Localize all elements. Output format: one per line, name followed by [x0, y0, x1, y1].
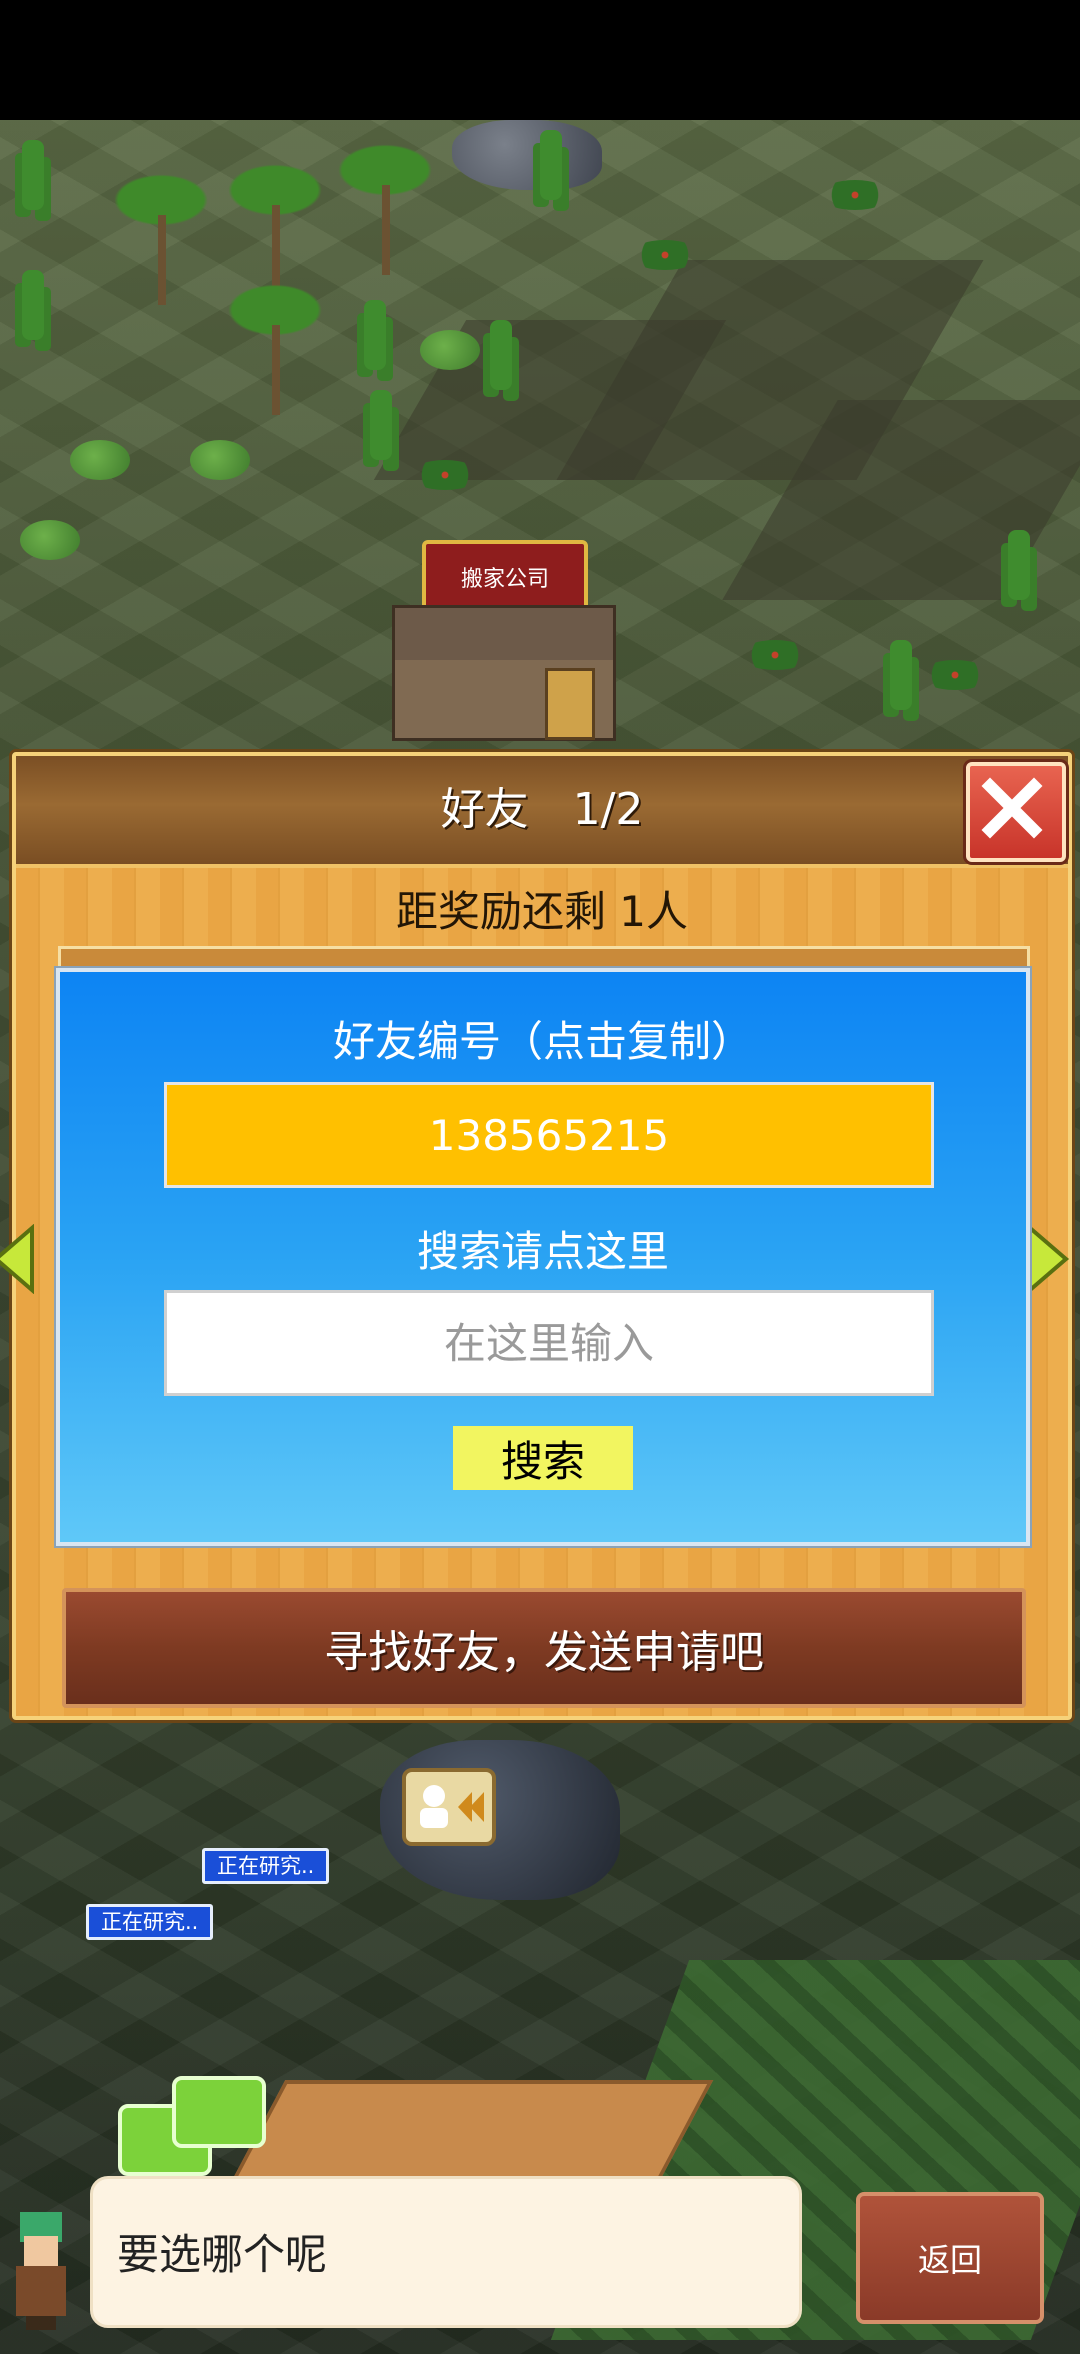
cactus — [540, 130, 562, 200]
flower-patch — [920, 660, 990, 690]
research-label: 正在研究.. — [217, 1854, 315, 1878]
friend-id-copy-box[interactable]: 138565215 — [164, 1082, 934, 1188]
research-status-badge[interactable]: 正在研究.. — [86, 1904, 214, 1940]
cactus — [22, 270, 44, 340]
status-bar — [0, 0, 1080, 120]
flower-patch — [820, 180, 890, 210]
research-status-badge[interactable]: 正在研究.. — [202, 1848, 330, 1884]
flower-patch — [410, 460, 480, 490]
building-sign-label: 搬家公司 — [460, 567, 549, 592]
close-button[interactable] — [966, 762, 1066, 862]
shrub — [20, 520, 80, 560]
speech-bubble: 要选哪个呢 — [90, 2176, 802, 2328]
cactus — [490, 320, 512, 390]
friend-id-panel: 好友编号（点击复制） 138565215 搜索请点这里 搜索 — [56, 968, 1030, 1546]
friend-request-icon[interactable] — [402, 1768, 496, 1846]
cactus — [364, 300, 386, 370]
search-label: 搜索请点这里 — [416, 1227, 669, 1276]
palm-tree — [330, 140, 440, 275]
palm-tree — [220, 280, 330, 415]
find-friends-button[interactable]: 寻找好友，发送申请吧 — [62, 1588, 1026, 1708]
moving-company-building[interactable] — [392, 605, 616, 741]
friend-id-label: 好友编号（点击复制） — [332, 1017, 753, 1066]
cactus — [890, 640, 912, 710]
friend-search-input[interactable] — [164, 1290, 934, 1396]
search-button[interactable]: 搜索 — [453, 1426, 633, 1490]
reward-remaining-text: 距奖励还剩 1人 — [395, 887, 689, 936]
prev-page-arrow-icon[interactable] — [0, 1223, 36, 1298]
friend-id-value: 138565215 — [428, 1110, 670, 1160]
speech-text: 要选哪个呢 — [117, 2230, 328, 2279]
next-page-arrow-icon[interactable] — [1026, 1223, 1070, 1298]
cactus — [22, 140, 44, 210]
flower-patch — [740, 640, 810, 670]
back-button[interactable]: 返回 — [856, 2192, 1044, 2324]
shrub — [70, 440, 130, 480]
shrub — [190, 440, 250, 480]
palm-tree — [220, 160, 330, 295]
dialog-title: 好友 1/2 — [440, 784, 644, 835]
cactus — [1008, 530, 1030, 600]
building-sign-moving-company[interactable]: 搬家公司 — [422, 540, 588, 614]
palm-tree — [106, 170, 216, 305]
find-friends-label: 寻找好友，发送申请吧 — [324, 1627, 764, 1678]
cactus — [370, 390, 392, 460]
research-label: 正在研究.. — [101, 1910, 199, 1934]
search-button-label: 搜索 — [500, 1436, 585, 1486]
advisor-avatar — [6, 2206, 76, 2330]
shrub — [420, 330, 480, 370]
close-x-icon — [981, 777, 1043, 839]
back-button-label: 返回 — [917, 2241, 982, 2279]
rock — [452, 120, 602, 190]
flower-patch — [630, 240, 700, 270]
friends-group-icon[interactable] — [172, 2076, 266, 2148]
